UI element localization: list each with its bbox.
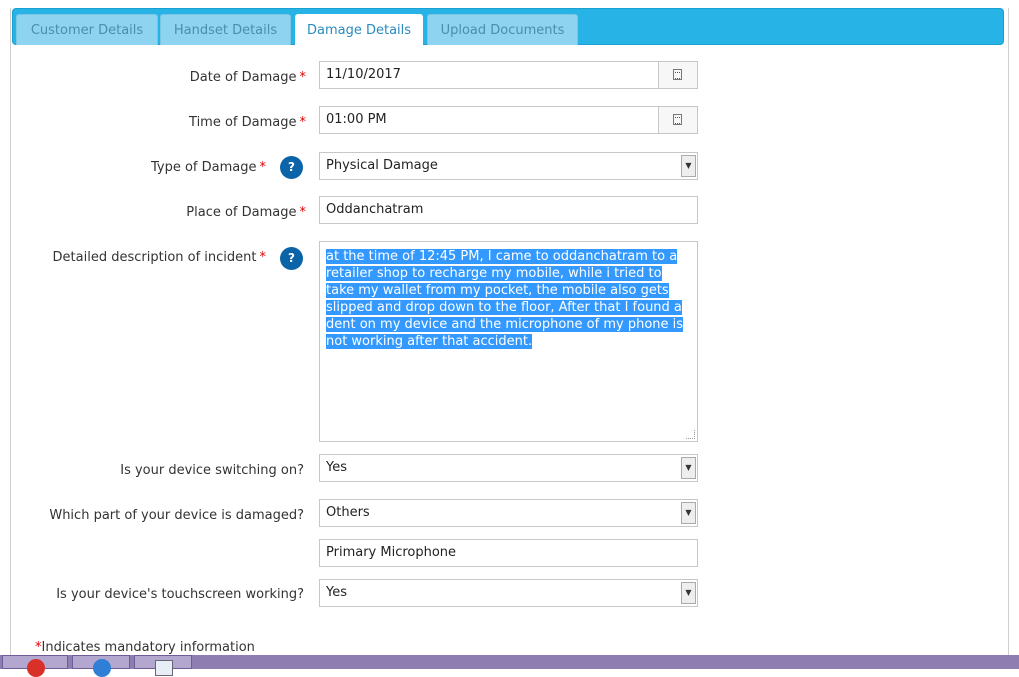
required-marker: *	[299, 205, 307, 220]
touchscreen-label: Is your device's touchscreen working?	[56, 587, 304, 602]
taskbar-app-button[interactable]	[72, 655, 130, 677]
description-textarea[interactable]: at the time of 12:45 PM, I came to oddan…	[319, 241, 698, 442]
clock-icon	[673, 114, 682, 125]
tab-handset-details[interactable]: Handset Details	[160, 14, 291, 45]
browser-icon	[93, 659, 111, 677]
tab-damage-details[interactable]: Damage Details	[295, 14, 423, 46]
help-icon[interactable]: ?	[280, 247, 303, 270]
selected-text[interactable]: at the time of 12:45 PM, I came to oddan…	[326, 249, 684, 349]
damage-type-select[interactable]: Physical Damage ▼	[319, 152, 698, 180]
tab-customer-details[interactable]: Customer Details	[16, 14, 158, 45]
place-input[interactable]: Oddanchatram	[319, 196, 698, 224]
chevron-down-icon[interactable]: ▼	[681, 155, 696, 177]
chevron-down-icon[interactable]: ▼	[681, 457, 696, 479]
calendar-button[interactable]	[658, 62, 697, 88]
calendar-icon	[673, 69, 682, 80]
mandatory-note: *Indicates mandatory information	[35, 640, 255, 655]
required-marker: *	[259, 160, 267, 175]
damaged-part-other-input[interactable]: Primary Microphone	[319, 539, 698, 567]
time-field[interactable]: 01:00 PM	[319, 106, 698, 134]
damaged-part-label: Which part of your device is damaged?	[49, 508, 304, 523]
type-label: Type of Damage *	[150, 160, 267, 175]
required-marker: *	[259, 250, 267, 265]
time-label: Time of Damage *	[189, 115, 306, 130]
tab-upload-documents[interactable]: Upload Documents	[427, 14, 578, 45]
taskbar	[0, 655, 1019, 677]
place-label: Place of Damage *	[186, 205, 306, 220]
touchscreen-select[interactable]: Yes ▼	[319, 579, 698, 607]
taskbar-app-button[interactable]	[134, 655, 192, 676]
switching-select[interactable]: Yes ▼	[319, 454, 698, 482]
chevron-down-icon[interactable]: ▼	[681, 502, 696, 524]
taskbar-app-button[interactable]	[2, 655, 68, 677]
window-icon	[155, 660, 173, 676]
browser-icon	[27, 659, 45, 677]
chevron-down-icon[interactable]: ▼	[681, 582, 696, 604]
help-icon[interactable]: ?	[280, 156, 303, 179]
description-label: Detailed description of incident *	[52, 250, 267, 265]
tab-bar: Customer Details Handset Details Damage …	[12, 8, 1004, 46]
time-picker-button[interactable]	[658, 107, 697, 133]
required-marker: *	[299, 115, 307, 130]
damaged-part-select[interactable]: Others ▼	[319, 499, 698, 527]
required-marker: *	[299, 70, 307, 85]
resize-handle[interactable]	[686, 430, 695, 439]
date-field[interactable]: 11/10/2017	[319, 61, 698, 89]
date-label: Date of Damage *	[189, 70, 307, 85]
switching-label: Is your device switching on?	[120, 463, 304, 478]
